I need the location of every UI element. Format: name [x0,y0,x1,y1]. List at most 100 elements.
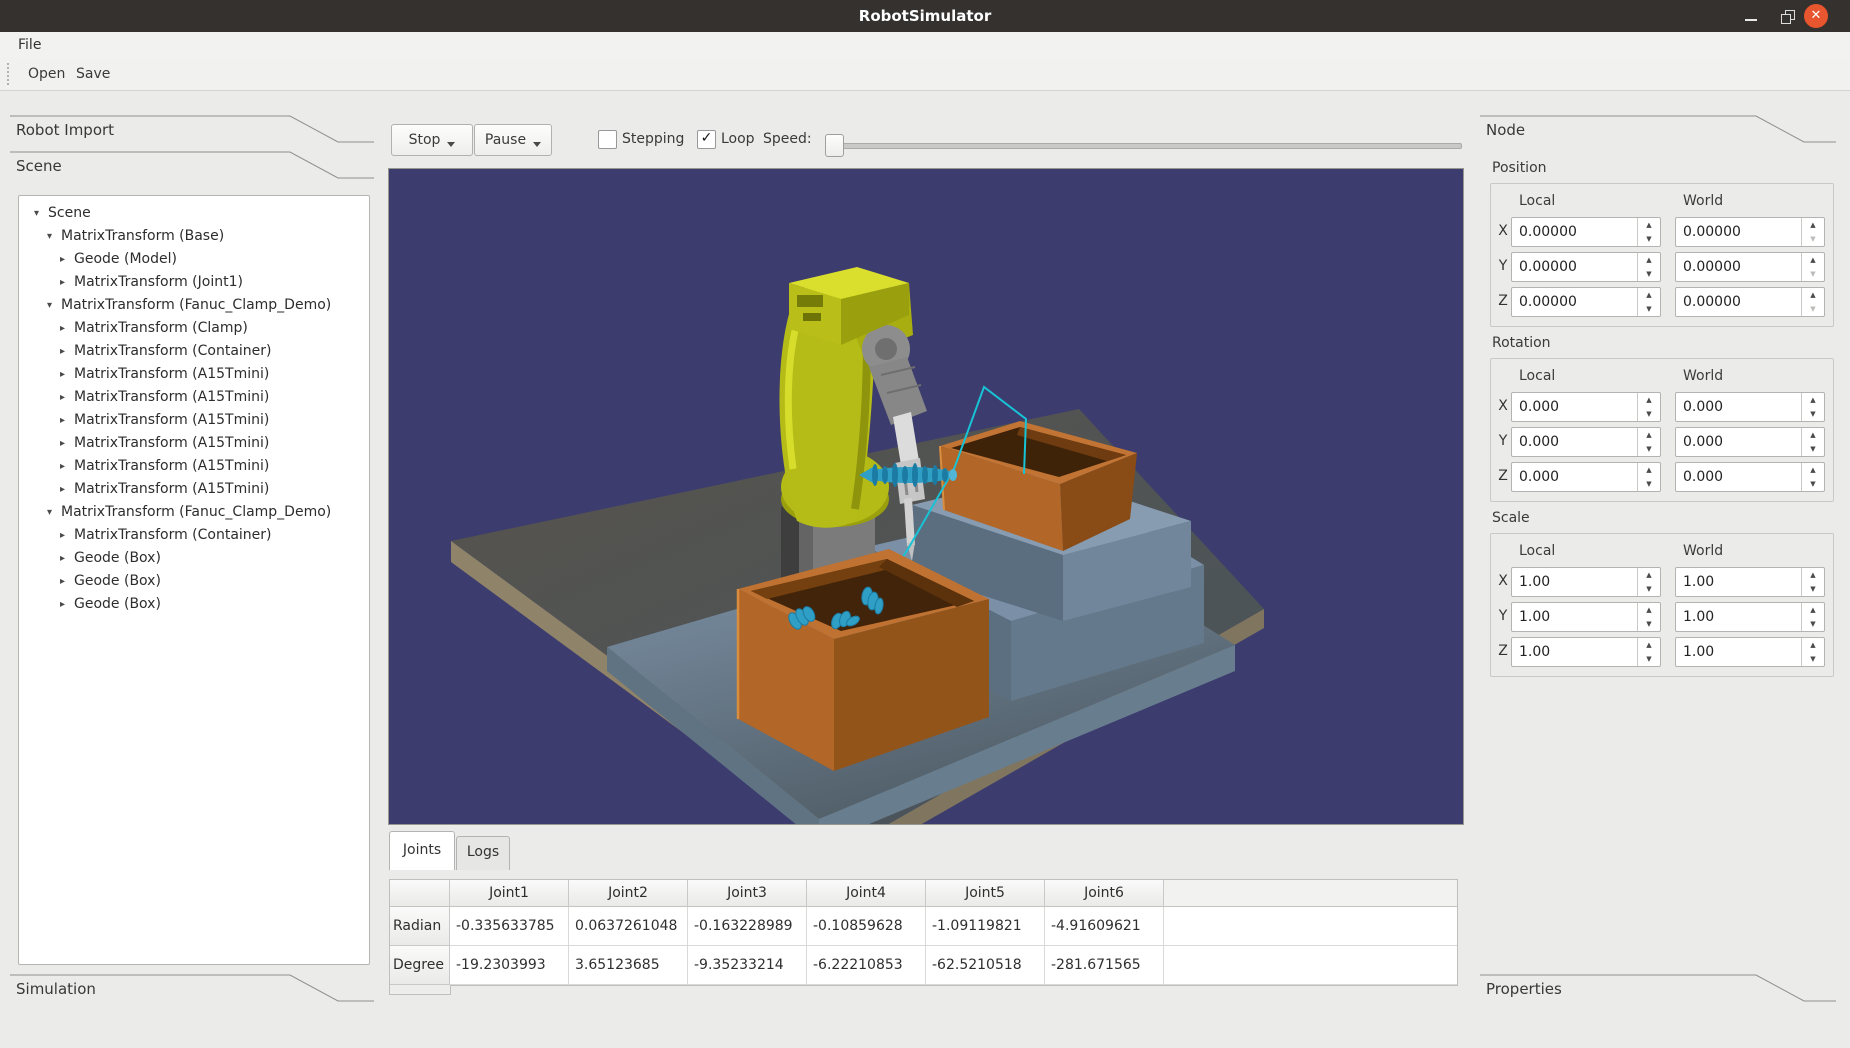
spin-up-icon[interactable]: ▲ [1802,218,1824,232]
tree-item[interactable]: ▸MatrixTransform (A15Tmini) [19,386,369,409]
section-node[interactable]: Node [1478,110,1842,146]
tree-item[interactable]: ▾Scene [19,202,369,225]
spin-down-icon[interactable]: ▼ [1638,302,1660,316]
scale-world-z-spinbox[interactable]: 1.00▲▼ [1675,637,1825,667]
joint-value-cell[interactable]: -9.35233214 [688,946,807,985]
spinbox-value[interactable]: 0.000 [1676,428,1801,456]
rotation-local-z-spinbox[interactable]: 0.000▲▼ [1511,462,1661,492]
spin-down-icon[interactable]: ▼ [1802,267,1824,281]
position-local-y-spinbox[interactable]: 0.00000▲▼ [1511,252,1661,282]
spin-down-icon[interactable]: ▼ [1638,582,1660,596]
expander-closed-icon[interactable]: ▸ [60,317,65,340]
tree-item[interactable]: ▸MatrixTransform (A15Tmini) [19,363,369,386]
tree-item[interactable]: ▸MatrixTransform (Joint1) [19,271,369,294]
spinbox-value[interactable]: 0.00000 [1512,253,1637,281]
spin-up-icon[interactable]: ▲ [1638,393,1660,407]
position-local-z-spinbox[interactable]: 0.00000▲▼ [1511,287,1661,317]
speed-slider-track[interactable] [825,143,1462,149]
rotation-world-z-spinbox[interactable]: 0.000▲▼ [1675,462,1825,492]
spin-up-icon[interactable]: ▲ [1802,253,1824,267]
spin-up-icon[interactable]: ▲ [1638,218,1660,232]
spinbox-value[interactable]: 0.00000 [1676,288,1801,316]
stop-button[interactable]: Stop [391,124,473,156]
expander-closed-icon[interactable]: ▸ [60,271,65,294]
expander-closed-icon[interactable]: ▸ [60,455,65,478]
spin-up-icon[interactable]: ▲ [1802,603,1824,617]
spin-down-icon[interactable]: ▼ [1638,232,1660,246]
spinbox-value[interactable]: 0.00000 [1676,253,1801,281]
tree-item[interactable]: ▸Geode (Box) [19,570,369,593]
tree-item[interactable]: ▸Geode (Model) [19,248,369,271]
open-button[interactable]: Open [22,60,71,88]
pause-button[interactable]: Pause [474,124,552,156]
scene-tree[interactable]: ▾Scene▾MatrixTransform (Base)▸Geode (Mod… [18,195,370,965]
tree-item[interactable]: ▸Geode (Box) [19,593,369,616]
joint-value-cell[interactable]: -62.5210518 [926,946,1045,985]
expander-closed-icon[interactable]: ▸ [60,340,65,363]
spinbox-value[interactable]: 1.00 [1512,638,1637,666]
spin-down-icon[interactable]: ▼ [1802,477,1824,491]
tree-item[interactable]: ▸MatrixTransform (Container) [19,340,369,363]
joint-value-cell[interactable]: -281.671565 [1045,946,1164,985]
spin-up-icon[interactable]: ▲ [1638,463,1660,477]
section-robot-import[interactable]: Robot Import [8,110,378,146]
spinbox-value[interactable]: 0.00000 [1676,218,1801,246]
spin-up-icon[interactable]: ▲ [1638,288,1660,302]
spin-up-icon[interactable]: ▲ [1638,568,1660,582]
spin-up-icon[interactable]: ▲ [1802,463,1824,477]
joint-value-cell[interactable]: -6.22210853 [807,946,926,985]
spinbox-value[interactable]: 1.00 [1676,638,1801,666]
stepping-checkbox[interactable] [598,130,617,149]
rotation-world-y-spinbox[interactable]: 0.000▲▼ [1675,427,1825,457]
section-properties[interactable]: Properties [1478,969,1842,1005]
expander-open-icon[interactable]: ▾ [47,225,52,248]
toolbar-drag-handle[interactable] [7,63,12,85]
spinbox-value[interactable]: 0.00000 [1512,218,1637,246]
expander-closed-icon[interactable]: ▸ [60,478,65,501]
spin-down-icon[interactable]: ▼ [1638,477,1660,491]
tab-logs[interactable]: Logs [456,836,510,870]
spin-up-icon[interactable]: ▲ [1802,638,1824,652]
spinbox-value[interactable]: 0.000 [1676,393,1801,421]
save-button[interactable]: Save [70,60,116,88]
position-world-z-spinbox[interactable]: 0.00000▲▼ [1675,287,1825,317]
spin-down-icon[interactable]: ▼ [1802,442,1824,456]
joint-value-cell[interactable]: 0.0637261048 [569,907,688,946]
tree-item[interactable]: ▸Geode (Box) [19,547,369,570]
expander-closed-icon[interactable]: ▸ [60,363,65,386]
tree-item[interactable]: ▾MatrixTransform (Fanuc_Clamp_Demo) [19,501,369,524]
scale-local-z-spinbox[interactable]: 1.00▲▼ [1511,637,1661,667]
position-world-y-spinbox[interactable]: 0.00000▲▼ [1675,252,1825,282]
spin-up-icon[interactable]: ▲ [1638,428,1660,442]
spin-down-icon[interactable]: ▼ [1802,232,1824,246]
scale-local-x-spinbox[interactable]: 1.00▲▼ [1511,567,1661,597]
spin-up-icon[interactable]: ▲ [1802,428,1824,442]
close-button[interactable]: ✕ [1804,4,1828,28]
spin-down-icon[interactable]: ▼ [1802,302,1824,316]
rotation-local-x-spinbox[interactable]: 0.000▲▼ [1511,392,1661,422]
expander-open-icon[interactable]: ▾ [47,501,52,524]
tree-item[interactable]: ▸MatrixTransform (Clamp) [19,317,369,340]
spin-down-icon[interactable]: ▼ [1802,582,1824,596]
position-local-x-spinbox[interactable]: 0.00000▲▼ [1511,217,1661,247]
spin-up-icon[interactable]: ▲ [1638,603,1660,617]
spin-down-icon[interactable]: ▼ [1638,617,1660,631]
expander-closed-icon[interactable]: ▸ [60,432,65,455]
tree-item[interactable]: ▾MatrixTransform (Base) [19,225,369,248]
spinbox-value[interactable]: 0.000 [1676,463,1801,491]
spinbox-value[interactable]: 1.00 [1676,568,1801,596]
rotation-world-x-spinbox[interactable]: 0.000▲▼ [1675,392,1825,422]
joint-value-cell[interactable]: -1.09119821 [926,907,1045,946]
spin-up-icon[interactable]: ▲ [1802,568,1824,582]
expander-closed-icon[interactable]: ▸ [60,409,65,432]
section-simulation[interactable]: Simulation [8,969,378,1005]
rotation-local-y-spinbox[interactable]: 0.000▲▼ [1511,427,1661,457]
spin-down-icon[interactable]: ▼ [1638,652,1660,666]
spin-down-icon[interactable]: ▼ [1802,407,1824,421]
section-scene[interactable]: Scene [8,146,378,182]
scale-world-y-spinbox[interactable]: 1.00▲▼ [1675,602,1825,632]
expander-closed-icon[interactable]: ▸ [60,547,65,570]
minimize-button[interactable] [1738,0,1764,32]
spinbox-value[interactable]: 0.000 [1512,463,1637,491]
joint-value-cell[interactable]: 3.65123685 [569,946,688,985]
